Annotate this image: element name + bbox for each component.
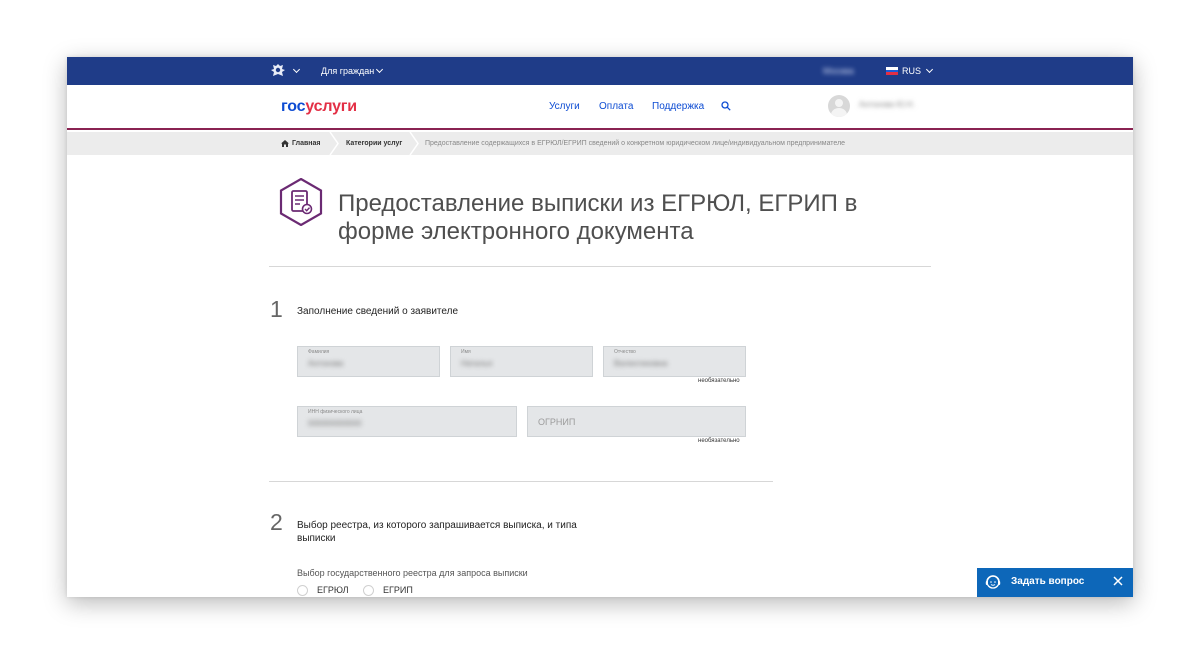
- lastname-field[interactable]: Фамилия Антонова: [297, 346, 440, 377]
- field-label: Фамилия: [308, 349, 330, 355]
- patronymic-field[interactable]: Отчество Валентиновна: [603, 346, 746, 377]
- ask-question-button[interactable]: Задать вопрос: [977, 568, 1133, 597]
- ask-question-label: Задать вопрос: [1011, 576, 1085, 587]
- registry-label: Выбор государственного реестра для запро…: [297, 568, 528, 578]
- breadcrumb: Главная Категории услуг Предоставление с…: [67, 132, 1133, 155]
- title-divider: [269, 266, 931, 267]
- language-selector[interactable]: RUS: [902, 66, 921, 76]
- chevron-down-icon[interactable]: [375, 65, 384, 74]
- firstname-field[interactable]: Имя Наталья: [450, 346, 593, 377]
- field-value: 000000000000: [308, 419, 362, 428]
- field-value: Валентиновна: [614, 359, 668, 368]
- radio-egrul[interactable]: [297, 585, 308, 596]
- step-number: 1: [270, 296, 283, 322]
- optional-note: необязательно: [698, 378, 740, 384]
- breadcrumb-separator: [409, 132, 419, 155]
- radio-egrip[interactable]: [363, 585, 374, 596]
- inn-field[interactable]: ИНН физического лица 000000000000: [297, 406, 517, 437]
- field-label: Отчество: [614, 349, 636, 355]
- step-number: 2: [270, 509, 283, 535]
- section-divider: [269, 481, 773, 482]
- russian-flag-icon: [886, 67, 898, 76]
- breadcrumb-separator: [329, 132, 339, 155]
- step-title: Заполнение сведений о заявителе: [297, 306, 459, 317]
- nav-services[interactable]: Услуги: [549, 101, 580, 112]
- chevron-down-icon[interactable]: [292, 65, 301, 74]
- breadcrumb-categories[interactable]: Категории услуг: [346, 140, 402, 147]
- page-title: Предоставление выписки из ЕГРЮЛ, ЕГРИП в…: [338, 190, 858, 245]
- nav-payment[interactable]: Оплата: [599, 101, 633, 112]
- gosuslugi-logo[interactable]: госуслуги: [281, 98, 357, 116]
- document-service-icon: [279, 178, 323, 226]
- field-value: Наталья: [461, 359, 493, 368]
- operator-icon: [985, 575, 1001, 589]
- top-bar: Для граждан Москва RUS: [67, 57, 1133, 85]
- field-label: Имя: [461, 349, 471, 355]
- home-icon[interactable]: [281, 140, 289, 147]
- optional-note: необязательно: [698, 438, 740, 444]
- nav-support[interactable]: Поддержка: [652, 101, 704, 112]
- browser-window: Для граждан Москва RUS госуслуги Услуги …: [67, 57, 1133, 597]
- field-label: ИНН физического лица: [308, 409, 363, 415]
- close-icon[interactable]: [1113, 576, 1123, 586]
- user-name[interactable]: Антонова Ю.Н.: [859, 100, 915, 109]
- breadcrumb-home[interactable]: Главная: [292, 140, 320, 147]
- avatar[interactable]: [828, 95, 850, 117]
- step-title: Выбор реестра, из которого запрашивается…: [297, 520, 577, 544]
- coat-of-arms-icon[interactable]: [269, 62, 287, 80]
- chevron-down-icon[interactable]: [925, 65, 934, 74]
- citizens-menu[interactable]: Для граждан: [321, 66, 374, 76]
- field-value: Антонова: [308, 359, 344, 368]
- ogrnip-field[interactable]: ОГРНИП: [527, 406, 746, 437]
- location-link[interactable]: Москва: [823, 66, 854, 76]
- breadcrumb-current: Предоставление содержащихся в ЕГРЮЛ/ЕГРИ…: [425, 140, 846, 147]
- site-header: госуслуги Услуги Оплата Поддержка Антоно…: [67, 85, 1133, 130]
- field-placeholder: ОГРНИП: [538, 417, 576, 427]
- radio-label-egrip[interactable]: ЕГРИП: [383, 585, 413, 595]
- search-icon[interactable]: [721, 101, 731, 111]
- radio-label-egrul[interactable]: ЕГРЮЛ: [317, 585, 348, 595]
